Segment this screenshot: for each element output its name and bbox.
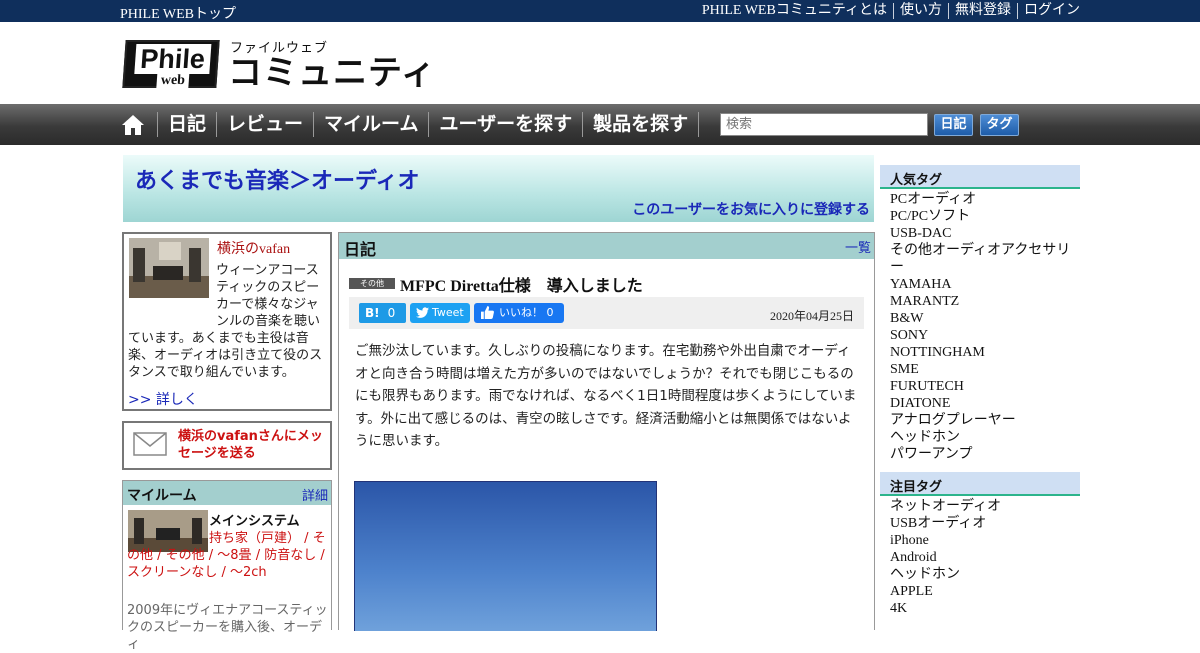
hatena-label: B! <box>365 306 380 320</box>
like-label: いいね！ 0 <box>499 306 554 319</box>
phileweb-top-link[interactable]: PHILE WEBトップ <box>120 3 236 23</box>
myroom-system-name[interactable]: メインシステム <box>209 510 300 529</box>
twitter-bird-icon <box>416 307 429 318</box>
tag-link[interactable]: YAMAHA <box>890 276 1080 293</box>
share-bar: B! 0 Tweet いいね！ 0 2020年04月25日 <box>349 297 864 329</box>
popular-tags-box: 人気タグ PCオーディオ PC/PCソフト USB-DAC その他オーディオアク… <box>880 165 1080 463</box>
post-photo-sky[interactable] <box>354 481 657 631</box>
tag-link[interactable]: ヘッドホン <box>890 429 1080 446</box>
tweet-label: Tweet <box>432 306 464 319</box>
nav-myroom[interactable]: マイルーム <box>313 112 428 137</box>
tag-link[interactable]: FURUTECH <box>890 378 1080 395</box>
free-register-link[interactable]: 無料登録 <box>948 3 1017 19</box>
phile-web-logo[interactable]: Phile web <box>122 40 220 88</box>
tag-link[interactable]: USBオーディオ <box>890 515 1080 532</box>
blog-title[interactable]: あくまでも音楽＞オーディオ <box>135 163 419 195</box>
tag-link[interactable]: その他オーディオアクセサリー <box>890 242 1080 276</box>
send-message-link[interactable]: 横浜のvafanさんにメッセージを送る <box>178 428 330 462</box>
myroom-box: マイルーム 詳細 メインシステム 持ち家（戸建） / その他 / その他 / ～… <box>122 480 332 652</box>
tag-link[interactable]: ネットオーディオ <box>890 498 1080 515</box>
tweet-button[interactable]: Tweet <box>410 303 470 323</box>
home-icon[interactable] <box>121 114 145 136</box>
main-nav: 日記 レビュー マイルーム ユーザーを探す 製品を探す <box>0 104 1200 145</box>
tag-link[interactable]: パワーアンプ <box>890 446 1080 463</box>
how-to-use-link[interactable]: 使い方 <box>893 3 948 19</box>
search-tag-button[interactable]: タグ <box>980 114 1019 136</box>
tag-link[interactable]: SONY <box>890 327 1080 344</box>
post-body: ご無沙汰しています。久しぶりの投稿になります。在宅勤務や外出自粛でオーディオと向… <box>355 343 857 449</box>
myroom-header: マイルーム 詳細 <box>123 481 331 505</box>
myroom-description: 2009年にヴィエナアコースティックのスピーカーを購入後、オーディ <box>127 603 328 652</box>
tag-link[interactable]: NOTTINGHAM <box>890 344 1080 361</box>
popular-tags-list: PCオーディオ PC/PCソフト USB-DAC その他オーディオアクセサリー … <box>880 189 1080 463</box>
tag-link[interactable]: USB-DAC <box>890 225 1080 242</box>
logo-web-text: web <box>156 73 190 88</box>
post-date: 2020年04月25日 <box>769 309 854 323</box>
about-community-link[interactable]: PHILE WEBコミュニティとは <box>696 3 893 19</box>
search-diary-button[interactable]: 日記 <box>934 114 973 136</box>
top-links: PHILE WEBコミュニティとは 使い方 無料登録 ログイン <box>696 3 1080 19</box>
site-header: Phile web ファイルウェブ コミュニティ <box>0 22 1200 104</box>
diary-panel: 日記 一覧 その他 MFPC Diretta仕様 導入しました B! 0 Twee… <box>338 232 875 631</box>
thumbs-up-icon <box>481 306 494 319</box>
tag-link[interactable]: ヘッドホン <box>890 566 1080 583</box>
featured-tags-list: ネットオーディオ USBオーディオ iPhone Android ヘッドホン A… <box>880 496 1080 617</box>
featured-tags-title: 注目タグ <box>880 472 1080 496</box>
profile-bio: ウィーンアコースティックのスピーカーで様々なジャンルの音楽を聴いています。あくま… <box>128 263 323 380</box>
profile-more-link[interactable]: >> 詳しく <box>128 389 198 409</box>
envelope-icon <box>133 432 167 456</box>
hatena-count: 0 <box>387 306 396 320</box>
myroom-tags: 持ち家（戸建） / その他 / その他 / ～8畳 / 防音なし / スクリーン… <box>127 531 326 580</box>
diary-header: 日記 一覧 <box>339 233 874 259</box>
logo-community[interactable]: コミュニティ <box>228 54 436 92</box>
tag-link[interactable]: DIATONE <box>890 395 1080 412</box>
add-favorite-link[interactable]: このユーザーをお気に入りに登録する <box>632 199 870 219</box>
login-link[interactable]: ログイン <box>1017 3 1080 19</box>
myroom-title: マイルーム <box>127 488 197 504</box>
myroom-detail-link[interactable]: 詳細 <box>302 485 328 504</box>
logo-phile-text: Phile <box>134 44 211 74</box>
nav-find-product[interactable]: 製品を探す <box>582 112 700 137</box>
tag-link[interactable]: APPLE <box>890 583 1080 600</box>
blog-title-banner: あくまでも音楽＞オーディオ このユーザーをお気に入りに登録する <box>123 155 874 222</box>
category-badge[interactable]: その他 <box>349 278 395 289</box>
tag-link[interactable]: Android <box>890 549 1080 566</box>
tag-link[interactable]: PCオーディオ <box>890 191 1080 208</box>
featured-tags-box: 注目タグ ネットオーディオ USBオーディオ iPhone Android ヘッ… <box>880 472 1080 617</box>
nav-find-user[interactable]: ユーザーを探す <box>428 112 582 137</box>
tag-link[interactable]: 4K <box>890 600 1080 617</box>
tag-link[interactable]: MARANTZ <box>890 293 1080 310</box>
nav-items: 日記 レビュー マイルーム ユーザーを探す 製品を探す <box>157 112 700 137</box>
tag-link[interactable]: B&W <box>890 310 1080 327</box>
top-bar: PHILE WEBトップ PHILE WEBコミュニティとは 使い方 無料登録 … <box>0 0 1200 22</box>
tag-link[interactable]: iPhone <box>890 532 1080 549</box>
profile-user-name[interactable]: 横浜のvafan <box>217 238 290 258</box>
nav-review[interactable]: レビュー <box>216 112 313 137</box>
send-message-box[interactable]: 横浜のvafanさんにメッセージを送る <box>122 421 332 470</box>
profile-box: 横浜のvafan ウィーンアコースティックのスピーカーで様々なジャンルの音楽を聴… <box>122 232 332 411</box>
diary-header-title: 日記 <box>344 240 377 259</box>
facebook-like-button[interactable]: いいね！ 0 <box>474 303 564 323</box>
popular-tags-title: 人気タグ <box>880 165 1080 189</box>
tag-link[interactable]: アナログプレーヤー <box>890 412 1080 429</box>
diary-list-link[interactable]: 一覧 <box>845 237 871 256</box>
nav-diary[interactable]: 日記 <box>157 112 216 137</box>
search-input[interactable] <box>720 113 928 136</box>
tag-link[interactable]: PC/PCソフト <box>890 208 1080 225</box>
hatena-bookmark-button[interactable]: B! 0 <box>359 303 406 323</box>
post-title[interactable]: MFPC Diretta仕様 導入しました <box>400 272 643 296</box>
tag-link[interactable]: SME <box>890 361 1080 378</box>
